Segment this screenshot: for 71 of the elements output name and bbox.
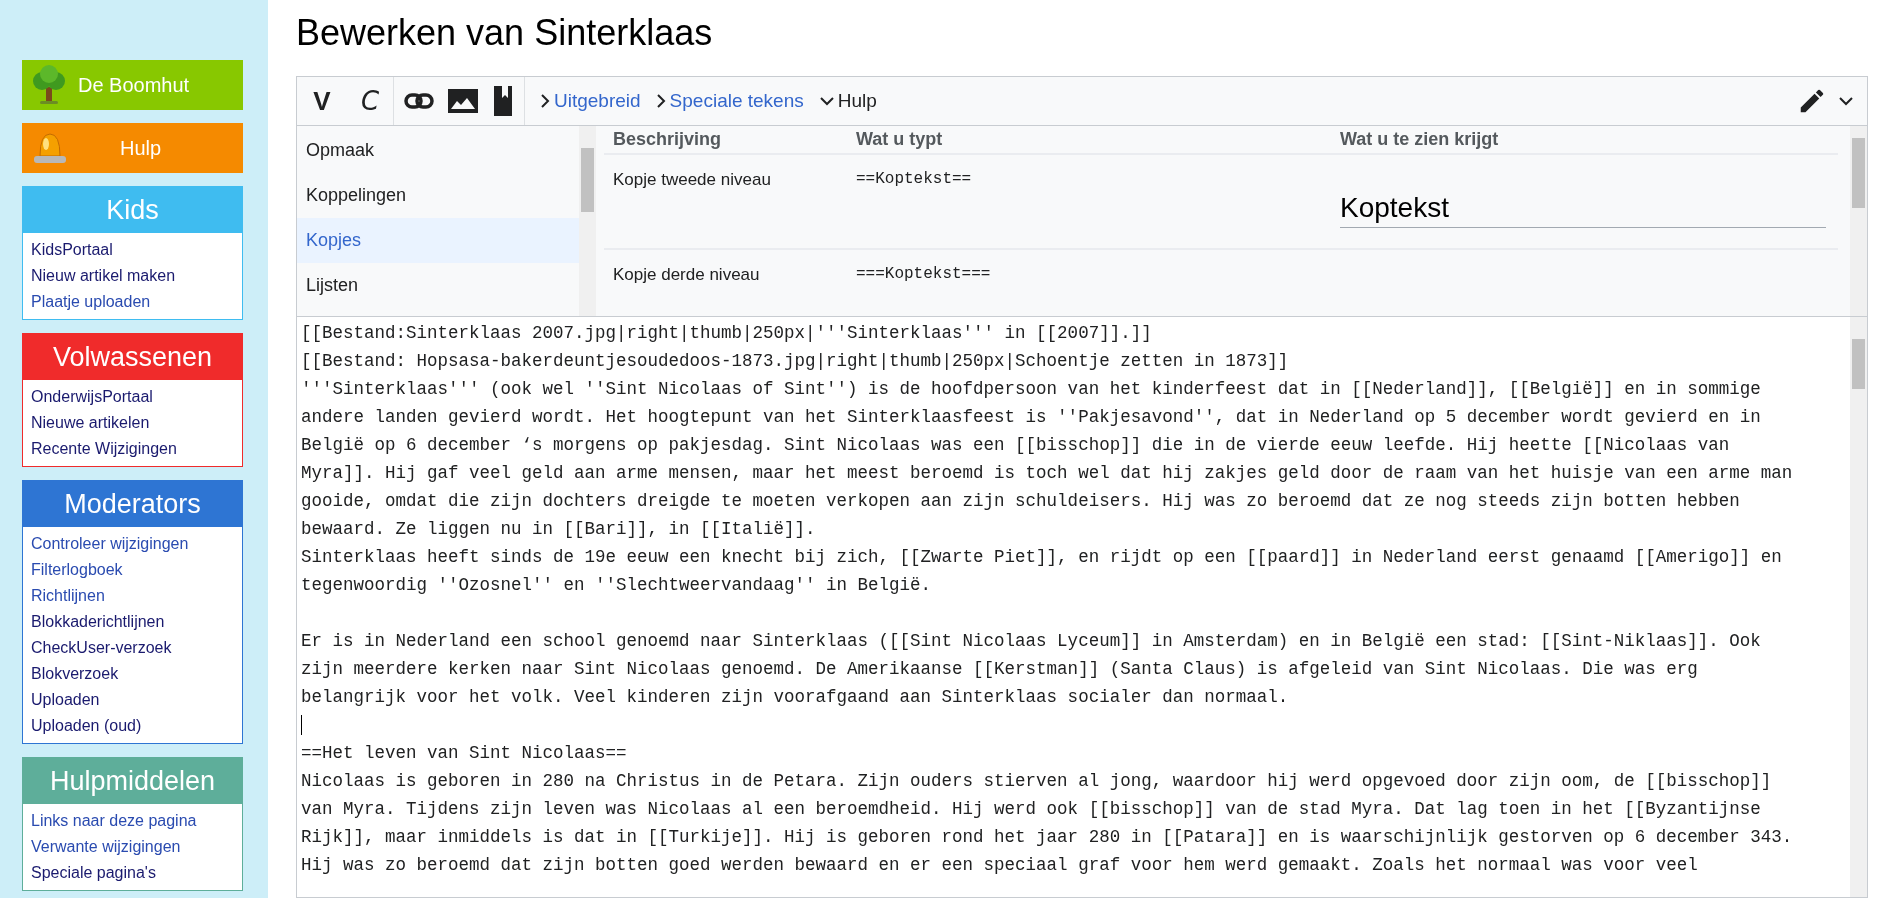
table-cell-text: Kopje derde niveau [612,264,761,286]
text-cursor [301,715,302,735]
wikitext-line: [[Bestand:Sinterklaas 2007.jpg|right|thumb|250px|'''Sinterklaas''' in [[2007]].]] [301,322,1152,345]
sidebar-link[interactable]: Verwante wijzigingen [31,834,181,860]
wikitext-line: van Myra. Tijdens zijn leven was Nicolaas al een beroemdheid. Hij werd ook [[bisschop]] van de stad Myra. Dat lag toen in het [[Byzantijnse [301,798,1761,821]
toolbar-tab[interactable]: Speciale tekens [656,86,804,116]
chevron-down-icon[interactable] [1839,96,1853,106]
wikitext-line: Sinterklaas heeft sinds de 19e eeuw een knecht bij zich, [[Zwarte Piet]], en rijdt op een [[paard]] in Nederland eerst genaamd [[Amerigo]] en [301,546,1782,569]
page-title: Bewerken van Sinterklaas [296,11,714,55]
portal-button-label: Hulp [120,136,162,161]
table-cell-text: Kopje tweede niveau [612,169,772,191]
wikitext-line: Hij was zo beroemd dat zijn botten goed werden bewaard en er een speciaal graf voor hem werd gemaakt. Zoals het normaal was voor veel [301,854,1698,877]
sidebar-link[interactable]: Filterlogboek [31,557,123,583]
sidebar-box-title: Hulpmiddelen [23,758,242,804]
italic-button[interactable]: C [347,77,393,125]
sidebar-box-title: Moderators [23,481,242,527]
wikitext-line: andere landen gevierd wordt. Het hoogtepunt van het Sinterklaasfeest is ''Pakjesavond'', dat in Nederland op 5 december wordt gevierd en in [301,406,1761,429]
sidebar-link[interactable]: KidsPortaal [31,237,113,263]
column-header: Beschrijving [612,128,723,151]
help-section-tab[interactable]: Kopjes [297,218,579,263]
wikitext-line: bewaard. Ze liggen nu in [[Bari]], in [[Italië]]. [301,518,816,541]
toolbar-tab[interactable]: Hulp [819,86,877,116]
sidebar-link[interactable]: OnderwijsPortaal [31,384,153,410]
table-cell-text: ==Koptekst== [855,169,973,190]
bookmark-icon[interactable] [492,86,514,116]
scrollbar[interactable] [579,126,596,316]
sidebar-link[interactable]: Speciale pagina's [31,860,156,886]
chevron-down-icon [819,96,834,106]
help-section-tab[interactable]: Koppelingen [297,173,579,218]
bold-button[interactable]: V [297,77,347,125]
help-section-tab[interactable]: Lijsten [297,263,579,308]
sidebar-link[interactable]: Richtlijnen [31,583,105,609]
wikitext-line: [[Bestand: Hopsasa-bakerdeuntjesoudedoos-1873.jpg|right|thumb|250px|Schoentje zetten in 1873]] [301,350,1289,373]
sidebar-box-title: Kids [23,187,242,233]
sidebar-link[interactable]: CheckUser-verzoek [31,635,172,661]
sidebar-link[interactable]: Nieuwe artikelen [31,410,150,436]
scrollbar[interactable] [1850,317,1867,897]
column-header: Wat u te zien krijgt [1339,128,1499,151]
tree-icon [30,65,68,105]
column-header: Wat u typt [855,128,944,151]
scrollbar[interactable] [1850,126,1867,316]
wikitext-line: ==Het leven van Sint Nicolaas== [301,742,627,765]
sidebar-link[interactable]: Blokkaderichtlijnen [31,609,165,635]
wikitext-line: '''Sinterklaas''' (ook wel ''Sint Nicolaas of Sint'') is de hoofdpersoon van het kinderfeest dat in [[Nederland]], [[België]] en in sommige [301,378,1761,401]
image-icon[interactable] [448,89,478,113]
link-icon[interactable] [404,92,434,110]
sidebar-link[interactable]: Controleer wijzigingen [31,531,189,557]
wikitext-line: belangrijk voor het volk. Veel kinderen zijn voorafgaand aan Sinterklaas socialer dan normaal. [301,686,1289,709]
sidebar-link[interactable]: Nieuw artikel maken [31,263,176,289]
wikitext-line: Nicolaas is geboren in 280 na Christus in de Petara. Zijn ouders stierven al jong, waardoor hij werd opgevoed door zijn oom, de [[bisschop]] [301,770,1772,793]
sidebar-box-title: Volwassenen [23,334,242,380]
wikitext-line: België op 6 december ‘s morgens op pakjesdag. Sint Nicolaas was een [[bisschop]] die in de vierde eeuw leefde. Hij heette [[Nicolaas van [301,434,1730,457]
sidebar-link[interactable]: Links naar deze pagina [31,808,197,834]
wikitext-line: Rijk]], maar inmiddels is dat in [[Turkije]]. Hij is geboren rond het jaar 280 in [[Patara]] en is waarschijnlijk gestorven op 6 december 343. [301,826,1793,849]
wikitext-line: Er is in Nederland een school genoemd naar Sinterklaas ([[Sint Nicolaas Lyceum]] in Amsterdam) en in België een stad: [[Sint-Niklaas]]. Ook [301,630,1761,653]
sidebar-link[interactable]: Uploaden (oud) [31,713,142,739]
toolbar-tab[interactable]: Uitgebreid [541,86,641,116]
chevron-right-icon [541,94,550,108]
wikitext-line: Myra]]. Hij gaf veel geld aan arme mensen, maar het meest beroemd is toch wel dat hij zakjes geld door de raam van het huisje van een arme man [301,462,1793,485]
wikitext-line: gooide, omdat die zijn dochters dreigde te moeten verkopen aan zijn schuldeisers. Hij was zo beroemd dat ze nog steeds zijn botten hebben [301,490,1740,513]
wikitext-line: tegenwoordig ''Ozosnel'' en ''Slechtweervandaag'' in België. [301,574,932,597]
sidebar-link[interactable]: Plaatje uploaden [31,289,151,315]
help-section-tab[interactable]: Opmaak [297,128,579,173]
sidebar-link[interactable]: Blokverzoek [31,661,119,687]
chevron-right-icon [656,94,666,108]
table-cell-text: ===Koptekst=== [855,264,992,285]
sidebar-link[interactable]: Recente Wijzigingen [31,436,177,462]
portal-button-label: De Boomhut [78,73,190,98]
wikitext-line: zijn meerdere kerken naar Sint Nicolaas genoemd. De Amerikaanse [[Kerstman]] (Santa Claus) is afgeleid van Sint Nicolaas. Die was erg [301,658,1698,681]
heading-preview: Koptekst [1340,189,1826,228]
sidebar-link[interactable]: Uploaden [31,687,100,713]
